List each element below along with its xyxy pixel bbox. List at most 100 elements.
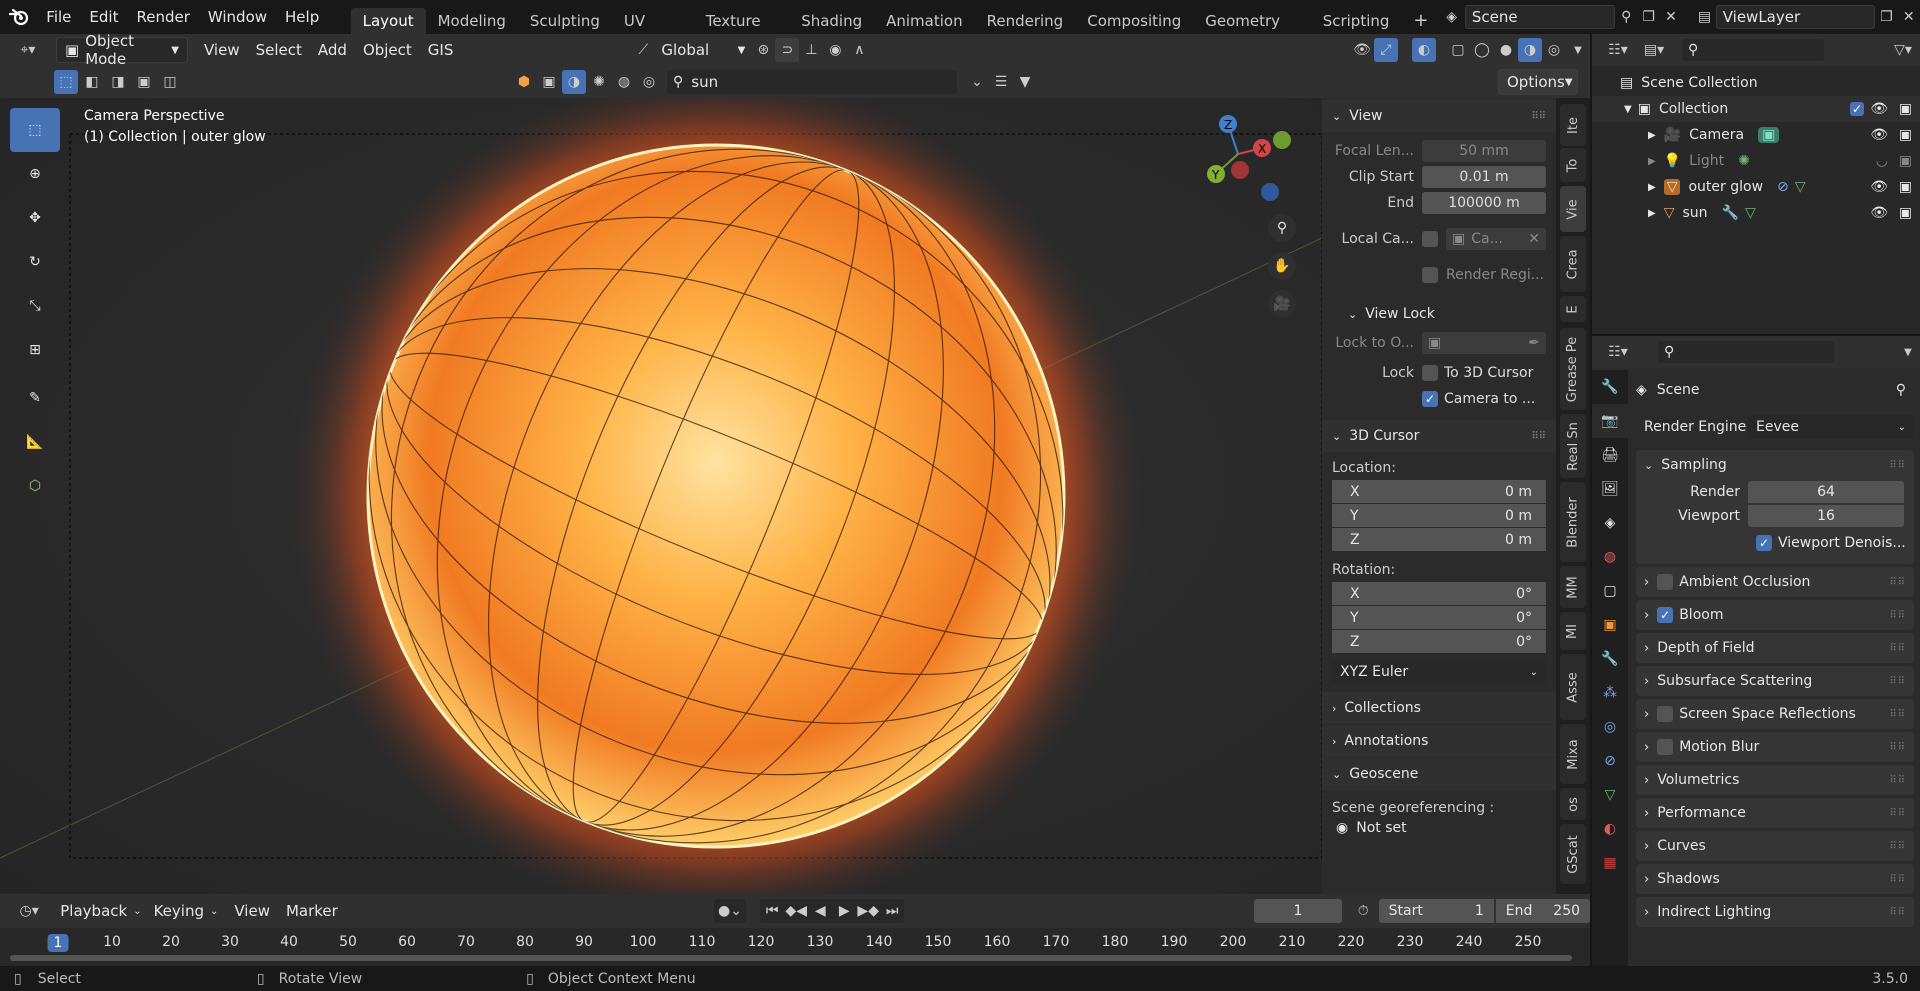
drag-grip-icon[interactable]: ⠿⠿ — [1889, 577, 1906, 588]
snap-icon[interactable]: ⊃ — [775, 38, 800, 62]
light-data-icon[interactable]: ✺ — [1738, 153, 1750, 169]
scene-name-field[interactable]: Scene — [1464, 5, 1616, 29]
tab-geometry-nodes[interactable]: Geometry Nodes — [1193, 8, 1310, 56]
scene-collection-row[interactable]: ▤ Scene Collection — [1592, 70, 1920, 96]
sidebar-tab-12[interactable]: os — [1560, 788, 1586, 820]
properties-editor-icon[interactable]: ☷▾ — [1600, 340, 1636, 364]
camera-render-icon[interactable]: ▣ — [1899, 205, 1912, 221]
tab-sculpting[interactable]: Sculpting — [518, 8, 612, 34]
drag-grip-icon[interactable]: ⠿⠿ — [1889, 610, 1906, 621]
panel-enable-checkbox[interactable] — [1657, 574, 1674, 590]
light-filter-icon[interactable]: ✺ — [587, 70, 611, 94]
menu-object[interactable]: Object — [355, 37, 420, 63]
collection-tab-icon[interactable]: ▢ — [1592, 574, 1628, 608]
menu-window[interactable]: Window — [199, 0, 276, 34]
drag-grip-icon[interactable]: ⠿⠿ — [1889, 808, 1906, 819]
sphere-filter-icon[interactable]: ◑ — [562, 70, 586, 94]
outliner-item-light[interactable]: ▶ 💡 Light ✺ ◡ ▣ — [1592, 148, 1920, 174]
drag-grip-icon[interactable]: ⠿⠿ — [1889, 841, 1906, 852]
measure-tool-icon[interactable]: 📐 — [10, 420, 60, 464]
object-tab-icon[interactable]: ▣ — [1592, 608, 1628, 642]
delete-view-layer-icon[interactable]: ✕ — [1898, 5, 1920, 29]
mode-dropdown[interactable]: ▣ Object Mode ▼ — [56, 32, 188, 68]
cursor-tool-icon[interactable]: ⊕ — [10, 152, 60, 196]
eye-icon[interactable]: 👁 — [1870, 127, 1888, 143]
snap-target-icon[interactable]: ⊥ — [799, 38, 823, 62]
tab-shading[interactable]: Shading — [789, 8, 874, 34]
cursor-rotation-z[interactable]: Z 0° — [1332, 630, 1546, 654]
drag-grip-icon[interactable]: ⠿⠿ — [1889, 742, 1906, 753]
start-frame-field[interactable]: Start 1 — [1378, 899, 1494, 923]
timeline-view-menu[interactable]: View — [226, 898, 278, 924]
sidebar-tab-3[interactable]: Crea — [1560, 236, 1586, 292]
drag-grip-icon[interactable]: ⠿⠿ — [1889, 775, 1906, 786]
pin-icon[interactable]: ⚲ — [1896, 382, 1906, 398]
cursor-rotation-y[interactable]: Y 0° — [1332, 606, 1546, 630]
sidebar-tab-2[interactable]: Vie — [1560, 186, 1586, 232]
filter-icon[interactable]: ▽▾ — [1886, 38, 1920, 62]
hdri-filter-icon[interactable]: ◎ — [637, 70, 661, 94]
panel-performance[interactable]: › Performance ⠿⠿ — [1636, 798, 1914, 828]
prev-keyframe-icon[interactable]: ◆◀ — [784, 899, 808, 923]
viewport-denoise-checkbox[interactable]: ✓ — [1756, 535, 1772, 551]
eyedropper-icon[interactable]: ✒ — [1528, 335, 1540, 351]
properties-search[interactable]: ⚲ — [1658, 341, 1834, 363]
visibility-icon[interactable]: 👁 — [1350, 38, 1374, 62]
playback-menu[interactable]: Playback ⌄ — [60, 902, 141, 920]
drag-grip-icon[interactable]: ⠿⠿ — [1889, 643, 1906, 654]
sidebar-tab-10[interactable]: Asse — [1560, 654, 1586, 720]
tool-tab-icon[interactable]: 🔧 — [1592, 370, 1628, 404]
radio-icon[interactable]: ◉ — [1336, 820, 1348, 836]
transform-tool-icon[interactable]: ⊞ — [10, 328, 60, 372]
outliner-item-outer-glow[interactable]: ▶ ▽ outer glow ⊘ ▽ 👁 ▣ — [1592, 174, 1920, 200]
output-tab-icon[interactable]: 🖨 — [1592, 438, 1628, 472]
timeline-editor-icon[interactable]: ◷▾ — [12, 899, 46, 923]
camera-view-icon[interactable]: 🎥 — [1268, 290, 1296, 318]
shading-material-icon[interactable]: ◑ — [1518, 38, 1542, 62]
panel-enable-checkbox[interactable] — [1657, 739, 1674, 755]
filter-toggle-icon[interactable]: ⌄ — [965, 70, 989, 94]
eye-icon[interactable]: 👁 — [1870, 101, 1888, 117]
outliner-item-sun[interactable]: ▶ ▽ sun 🔧 ▽ 👁 ▣ — [1592, 200, 1920, 226]
annotate-tool-icon[interactable]: ✎ — [10, 376, 60, 420]
panel-bloom[interactable]: › ✓ Bloom ⠿⠿ — [1636, 600, 1914, 630]
zoom-icon[interactable]: ⚲ — [1268, 214, 1296, 242]
overlay-icon[interactable]: ◐ — [1412, 38, 1436, 62]
panel-depth-of-field[interactable]: › Depth of Field ⠿⠿ — [1636, 633, 1914, 663]
select-intersect-icon[interactable]: ◫ — [158, 70, 182, 94]
preview-range-icon[interactable]: ⏱ — [1352, 899, 1375, 923]
viewport-search[interactable]: ⚲ sun — [667, 70, 957, 94]
menu-file[interactable]: File — [37, 0, 80, 34]
pin-scene-icon[interactable]: ⚲ — [1615, 5, 1637, 29]
outliner-item-camera[interactable]: ▶ 🎥 Camera ▣ 👁 ▣ — [1592, 122, 1920, 148]
view-layer-tab-icon[interactable]: 🖼 — [1592, 472, 1628, 506]
orientation-dropdown[interactable]: Global ▼ — [655, 41, 751, 59]
drag-grip-icon[interactable]: ⠿⠿ — [1531, 431, 1546, 442]
sidebar-tab-13[interactable]: GScat — [1560, 824, 1586, 884]
panel-motion-blur[interactable]: › Motion Blur ⠿⠿ — [1636, 732, 1914, 762]
sidebar-tab-11[interactable]: Mixa — [1560, 724, 1586, 784]
cursor-location-z[interactable]: Z 0 m — [1332, 528, 1546, 552]
end-frame-field[interactable]: End 250 — [1495, 899, 1591, 923]
next-keyframe-icon[interactable]: ▶◆ — [856, 899, 880, 923]
viewport-samples-field[interactable]: 16 — [1748, 505, 1904, 527]
particles-tab-icon[interactable]: ⁂ — [1592, 676, 1628, 710]
outliner-search[interactable]: ⚲ — [1682, 39, 1824, 61]
blender-logo-icon[interactable] — [0, 0, 37, 34]
scene-selector-icon[interactable]: ◈ — [1441, 5, 1463, 29]
sidebar-tab-7[interactable]: Blender — [1560, 482, 1586, 562]
current-frame-field[interactable]: 1 — [1254, 899, 1342, 923]
clip-end-field[interactable]: 100000 m — [1422, 192, 1546, 214]
panel-shadows[interactable]: › Shadows ⠿⠿ — [1636, 864, 1914, 894]
select-box-tool-icon[interactable]: ⬚ — [10, 108, 60, 152]
sidebar-tab-1[interactable]: To — [1560, 148, 1586, 182]
rotate-tool-icon[interactable]: ↻ — [10, 240, 60, 284]
scale-tool-icon[interactable]: ⤡ — [10, 284, 60, 328]
new-scene-icon[interactable]: ❐ — [1637, 5, 1659, 29]
sidebar-tab-8[interactable]: MM — [1560, 566, 1586, 608]
tab-compositing[interactable]: Compositing — [1075, 8, 1193, 34]
funnel-icon[interactable]: ▼ — [1013, 70, 1037, 94]
render-engine-dropdown[interactable]: Eevee ⌄ — [1748, 415, 1914, 439]
camera-render-icon[interactable]: ▣ — [1899, 101, 1912, 117]
clear-icon[interactable]: ✕ — [1528, 231, 1540, 247]
